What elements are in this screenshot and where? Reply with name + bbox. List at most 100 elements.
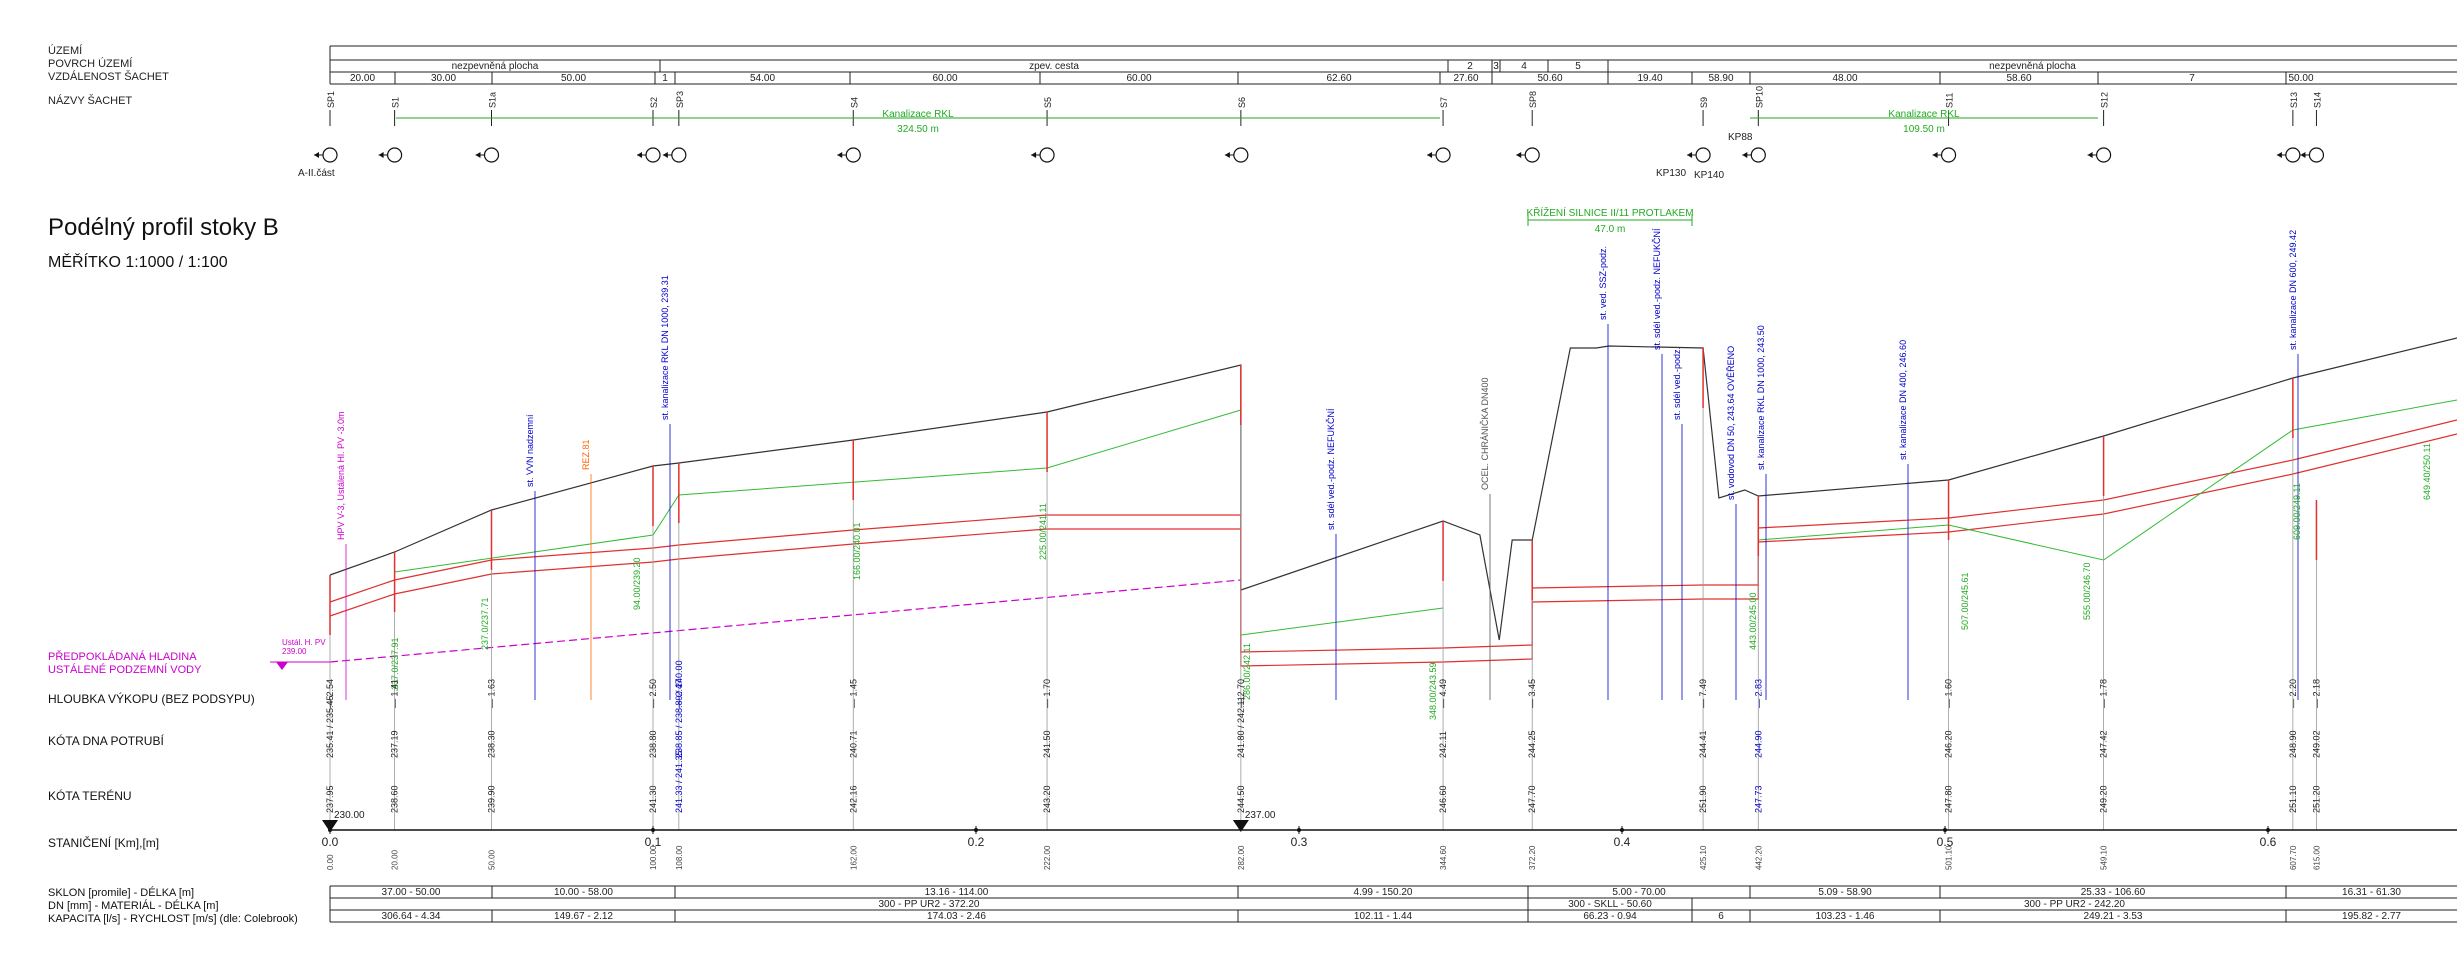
axis-tick-dot [1620, 828, 1624, 832]
distance-value: 50.00 [2288, 73, 2313, 84]
terrain-value: 242.16 [848, 785, 858, 813]
crossing-label: st. kanalizace DN 400, 246.60 [1898, 340, 1908, 460]
table-value-columns: — 2.54235.41 / 235.45237.950.00— 1.41237… [325, 660, 2321, 870]
footer-labels: SKLON [promile] - DÉLKA [m] DN [mm] - MA… [48, 886, 298, 925]
kapacita-value: 174.03 - 2.46 [927, 911, 986, 922]
invert-value: 242.11 [1438, 731, 1448, 758]
depth-value: — 2.50 [648, 679, 658, 708]
station-value: 108.00 [675, 845, 684, 870]
crossing-label: OCEL. CHRÁNIČKA DN400 [1480, 377, 1490, 490]
manhole-symbol-icon [2300, 147, 2325, 163]
utility-line-green [394, 409, 1242, 573]
axis-tick-label: 0.6 [2260, 835, 2277, 849]
invert-value: 244.41 [1698, 730, 1708, 758]
depth-value: — 1.63 [487, 679, 497, 708]
depth-value: — 1.41 [390, 679, 400, 708]
station-value: 50.00 [488, 849, 497, 870]
axis-tick-dot [651, 828, 655, 832]
station-value: 615.00 [2312, 845, 2321, 870]
header-bands [329, 45, 2457, 85]
manhole-name-s14: S14 [2312, 92, 2322, 108]
manhole-name-s4: S4 [849, 97, 859, 108]
terrain-value: 251.20 [2311, 785, 2321, 813]
depth-value: — 1.70 [1042, 679, 1052, 708]
station-value: 344.60 [1439, 845, 1448, 870]
manhole-symbol-icon [314, 147, 338, 163]
label-kp140: KP140 [1694, 170, 1724, 181]
station-value: 442.20 [1754, 845, 1763, 870]
dn-value: 300 - SKLL - 50.60 [1568, 899, 1652, 910]
depth-value: — 2.18 [2311, 679, 2321, 708]
green-elevation-value: 555.00/246.70 [2082, 562, 2092, 620]
distance-value: 50.00 [561, 73, 586, 84]
surface-segment-label: zpev. cesta [1029, 61, 1079, 72]
kapacita-value: 103.23 - 1.46 [1816, 911, 1875, 922]
station-value: 282.00 [1237, 845, 1246, 870]
sklon-value: 5.09 - 58.90 [1818, 887, 1872, 898]
dn-value: 300 - PP UR2 - 372.20 [879, 899, 980, 910]
terrain-value: 247.70 [1527, 785, 1537, 813]
rkl-annotations: Kanalizace RKL 324.50 m Kanalizace RKL 1… [396, 109, 2098, 135]
green-elevation-value: 649.40/250.11 [2422, 443, 2432, 500]
manhole-symbol-icon [662, 147, 687, 163]
distance-value: 60.00 [932, 73, 957, 84]
surface-segment-label: 4 [1521, 61, 1527, 72]
label-uzemi: ÚZEMÍ [48, 44, 83, 57]
dn-value: 300 - PP UR2 - 242.20 [2024, 899, 2125, 910]
axis-tick-label: 0.3 [1291, 835, 1308, 849]
manhole-name-s2: S2 [649, 97, 659, 108]
surface-segment-label: 5 [1575, 61, 1581, 72]
sklon-value: 16.31 - 61.30 [2342, 887, 2401, 898]
manhole-symbol-icon [2276, 147, 2301, 163]
manhole-name-s9: S9 [1699, 97, 1709, 108]
rkl-label-1: Kanalizace RKL [882, 109, 954, 120]
crossing-label: st. kanalizace RKL DN 1000, 243.50 [1756, 325, 1766, 470]
station-value: 425.10 [1699, 845, 1708, 870]
depth-value: — 7.49 [1698, 679, 1708, 708]
groundwater-label-2: USTÁLENÉ PODZEMNÍ VODY [48, 663, 202, 676]
invert-value: 235.41 / 235.45 [325, 695, 335, 758]
axis-tick-label: 0.0 [322, 835, 339, 849]
depth-value: — 2.83 [1753, 679, 1763, 708]
terrain-value: 251.90 [1698, 785, 1708, 813]
header-row-labels: ÚZEMÍ POVRCH ÚZEMÍ VZDÁLENOST ŠACHET NÁZ… [48, 44, 169, 107]
distance-value: 60.00 [1126, 73, 1151, 84]
green-elevation-value: 225.00/241.11 [1038, 503, 1048, 560]
groundwater-note-1: Ustál. H. PV [282, 638, 326, 647]
manhole-symbol-icon [1427, 147, 1451, 163]
axis-tick-dot [2266, 828, 2270, 832]
surface-segment-label: nezpevněná plocha [1989, 61, 2076, 72]
manhole-name-sp8: SP8 [1528, 91, 1538, 108]
green-elevation-value: 348.00/243.59 [1428, 662, 1438, 720]
invert-value: 237.19 [390, 730, 400, 758]
manhole-symbol-icon [1516, 147, 1540, 163]
distance-value: 48.00 [1832, 73, 1857, 84]
sklon-value: 13.16 - 114.00 [925, 887, 989, 898]
terrain-value: 249.20 [2099, 785, 2109, 813]
crossing-label: st. sdél ved.-podz. NEFUKČNÍ [1326, 408, 1336, 530]
terrain-value: 241.30 [648, 785, 658, 813]
depth-value: — 1.78 [2099, 679, 2109, 708]
axis-tick-label: 0.5 [1937, 835, 1954, 849]
label-kp88: KP88 [1728, 132, 1753, 143]
kapacita-value: 195.82 - 2.77 [2342, 911, 2401, 922]
footer-table: 37.00 - 50.00 10.00 - 58.00 13.16 - 114.00… [329, 885, 2457, 923]
page-title: Podélný profil stoky B [48, 214, 279, 241]
crossing-label: st. VVN nadzemní [525, 414, 535, 487]
surface-segment-label: nezpevněná plocha [452, 61, 539, 72]
axis-tick-dot [1943, 828, 1947, 832]
manhole-symbol-icon [378, 147, 403, 163]
manhole-name-s1a: S1a [488, 92, 498, 108]
manhole-name-s1: S1 [391, 97, 401, 108]
manhole-names: SP1 S1 S1a S2 SP3 S4 S5 S6 S7 SP8 S9 SP10 S11 S12 S13 S… [326, 86, 2322, 126]
sklon-value: 4.99 - 150.20 [1354, 887, 1413, 898]
label-povrch: POVRCH ÚZEMÍ [48, 57, 133, 70]
kapacita-value: 306.64 - 4.34 [382, 911, 441, 922]
depth-value: — 1.60 [1944, 679, 1954, 708]
manhole-name-sp3: SP3 [675, 91, 685, 108]
distance-value: 19.40 [1637, 73, 1662, 84]
crossing-label: st. ved. SSZ-podz. [1598, 246, 1608, 320]
invert-value: 241.50 [1042, 730, 1052, 758]
green-elevation-value: 443.00/245.00 [1748, 592, 1758, 650]
groundwater-note-2: 239.00 [282, 647, 307, 656]
